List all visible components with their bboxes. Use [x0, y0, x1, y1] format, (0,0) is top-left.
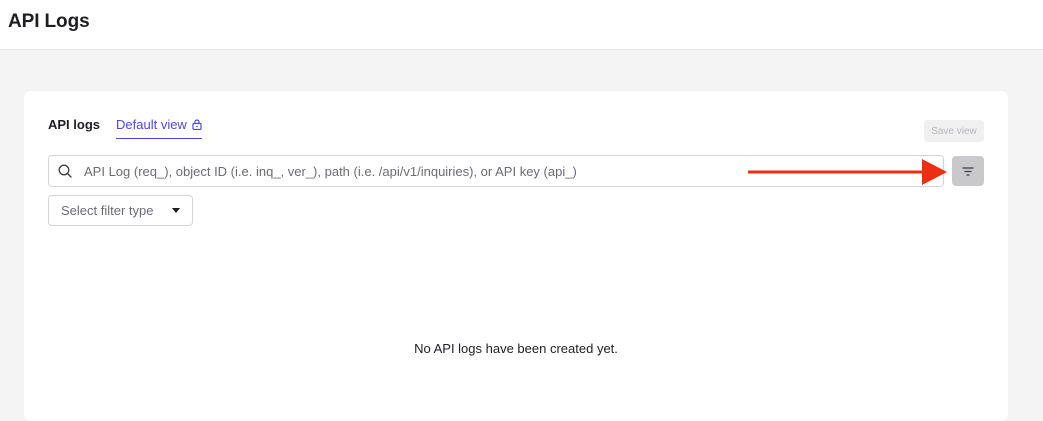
page-title: API Logs	[8, 11, 90, 32]
lock-icon	[192, 119, 202, 130]
api-logs-card: API logs Default view Save view Select f…	[24, 91, 1008, 421]
search-icon	[58, 164, 72, 178]
save-view-button[interactable]: Save view	[924, 120, 984, 142]
caret-down-icon	[172, 208, 180, 213]
tab-api-logs-label: API logs	[48, 117, 101, 132]
annotation-arrow-icon	[748, 159, 947, 185]
tab-default-view[interactable]: Default view	[116, 117, 202, 139]
filter-toggle-button[interactable]	[952, 156, 984, 186]
view-tabs: API logs Default view	[48, 117, 202, 147]
tab-api-logs[interactable]: API logs	[48, 117, 100, 138]
tab-default-view-label: Default view	[116, 117, 187, 132]
empty-state-message: No API logs have been created yet.	[414, 341, 618, 356]
filter-type-select[interactable]: Select filter type	[48, 195, 193, 226]
filter-lines-icon	[962, 166, 974, 176]
top-bar: API Logs	[0, 0, 1043, 50]
filter-type-label: Select filter type	[61, 203, 154, 218]
